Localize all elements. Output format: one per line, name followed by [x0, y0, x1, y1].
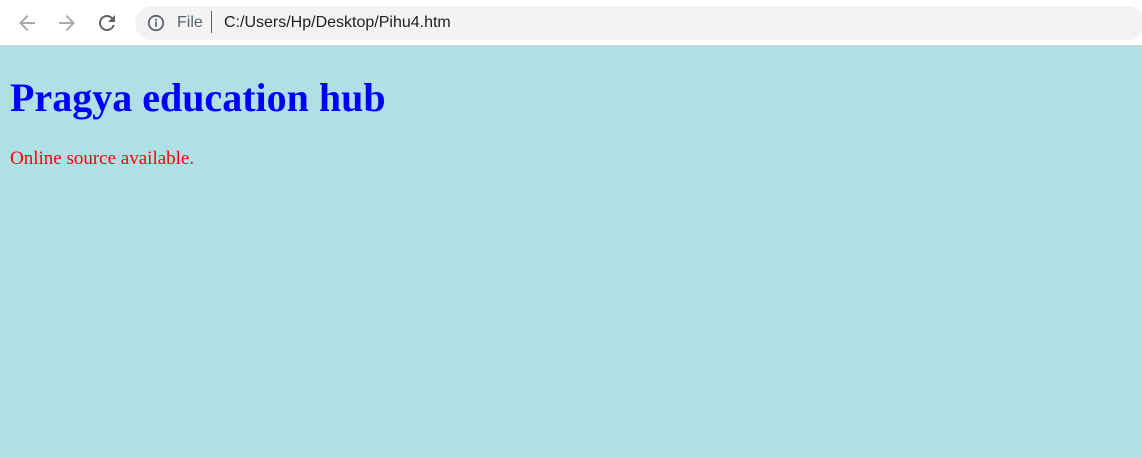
page-paragraph: Online source available.	[10, 148, 195, 169]
reload-icon[interactable]	[95, 11, 119, 35]
address-bar[interactable]: File C:/Users/Hp/Desktop/Pihu4.htm	[135, 6, 1142, 40]
address-text[interactable]: C:/Users/Hp/Desktop/Pihu4.htm	[224, 13, 451, 33]
address-separator	[211, 11, 212, 33]
page-heading: Pragya education hub	[10, 75, 386, 120]
info-icon[interactable]	[147, 14, 165, 32]
browser-toolbar: File C:/Users/Hp/Desktop/Pihu4.htm	[0, 0, 1142, 46]
scheme-label: File	[177, 14, 203, 31]
back-arrow-icon[interactable]	[15, 11, 39, 35]
page-content: Pragya education hub Online source avail…	[0, 46, 1142, 457]
forward-arrow-icon[interactable]	[55, 11, 79, 35]
